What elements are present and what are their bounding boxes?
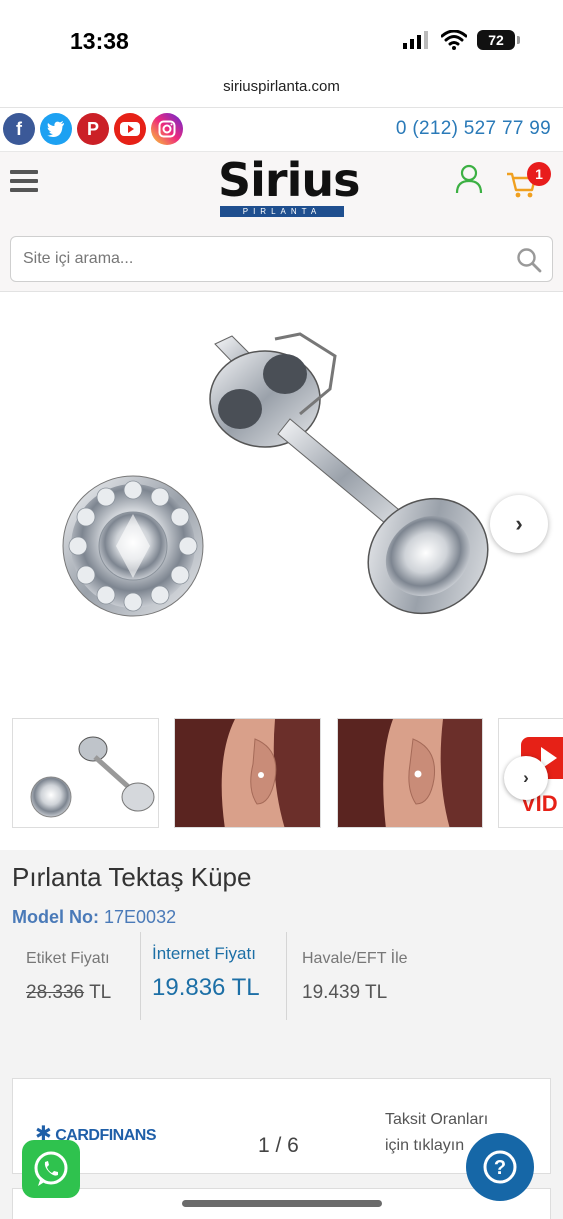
search-icon[interactable] — [516, 247, 542, 273]
pinterest-icon[interactable]: P — [77, 113, 109, 145]
whatsapp-button[interactable] — [22, 1140, 80, 1198]
search-box — [10, 236, 553, 282]
youtube-icon[interactable] — [114, 113, 146, 145]
product-main-image[interactable] — [0, 294, 563, 704]
status-time: 13:38 — [70, 28, 129, 54]
phone-number[interactable]: 0 (212) 527 77 99 — [396, 118, 551, 140]
label-price-value: 28.336 — [26, 982, 85, 1003]
instagram-icon[interactable] — [151, 113, 183, 145]
model-value: 17E0032 — [104, 907, 177, 927]
transfer-price-label: Havale/EFT İle — [302, 950, 408, 967]
menu-icon[interactable] — [10, 170, 38, 192]
thumbnail-2[interactable] — [174, 718, 321, 828]
internet-price: İnternet Fiyatı 19.836 TL — [140, 932, 286, 1020]
cart-button[interactable]: 1 — [505, 162, 551, 198]
image-next-button[interactable]: › — [490, 495, 548, 553]
status-bar: 13:38 72 — [0, 0, 563, 70]
transfer-price: Havale/EFT İle 19.439 TL — [286, 932, 456, 1020]
label-price: Etiket Fiyatı 28.336 TL — [26, 950, 111, 1038]
help-button[interactable]: ? — [466, 1133, 534, 1201]
twitter-icon[interactable] — [40, 113, 72, 145]
user-icon[interactable] — [455, 164, 483, 194]
social-links: f P — [3, 113, 183, 145]
cart-count-badge: 1 — [527, 162, 551, 186]
logo[interactable]: Sirius PIRLANTA — [218, 153, 360, 230]
model-label: Model No: — [12, 907, 99, 927]
transfer-price-value: 19.439 TL — [302, 982, 388, 1003]
product-title: Pırlanta Tektaş Küpe — [12, 862, 252, 892]
model-number: Model No: 17E0032 — [12, 907, 176, 928]
home-indicator — [182, 1200, 382, 1207]
logo-text: Sirius — [218, 153, 360, 207]
status-icons: 72 — [403, 30, 520, 50]
logo-subtitle: PIRLANTA — [220, 206, 344, 217]
thumbnail-1[interactable] — [12, 718, 159, 828]
url-bar[interactable]: siriuspirlanta.com — [0, 70, 563, 108]
thumbnail-strip: VID › — [0, 704, 563, 850]
site-header: Sirius PIRLANTA 1 — [0, 152, 563, 292]
label-price-label: Etiket Fiyatı — [26, 950, 110, 967]
label-price-currency: TL — [89, 982, 112, 1003]
page-indicator: 1 / 6 — [258, 1134, 299, 1157]
wifi-icon — [441, 30, 467, 50]
internet-price-label: İnternet Fiyatı — [152, 944, 256, 963]
battery-indicator: 72 — [477, 30, 520, 50]
help-icon: ? — [483, 1150, 517, 1184]
installment-line1: Taksit Oranları — [385, 1111, 489, 1128]
social-bar: f P 0 (212) 527 77 99 — [0, 108, 563, 152]
facebook-icon[interactable]: f — [3, 113, 35, 145]
thumbnail-3[interactable] — [337, 718, 483, 828]
label-price-amount: 28.336 TL — [26, 982, 111, 1004]
earring-image — [62, 332, 489, 617]
thumbnail-next-button[interactable]: › — [504, 756, 548, 800]
svg-text:?: ? — [494, 1157, 506, 1179]
whatsapp-icon — [34, 1151, 68, 1186]
search-input[interactable] — [23, 237, 503, 281]
signal-icon — [403, 31, 428, 49]
internet-price-value: 19.836 TL — [152, 974, 260, 1001]
